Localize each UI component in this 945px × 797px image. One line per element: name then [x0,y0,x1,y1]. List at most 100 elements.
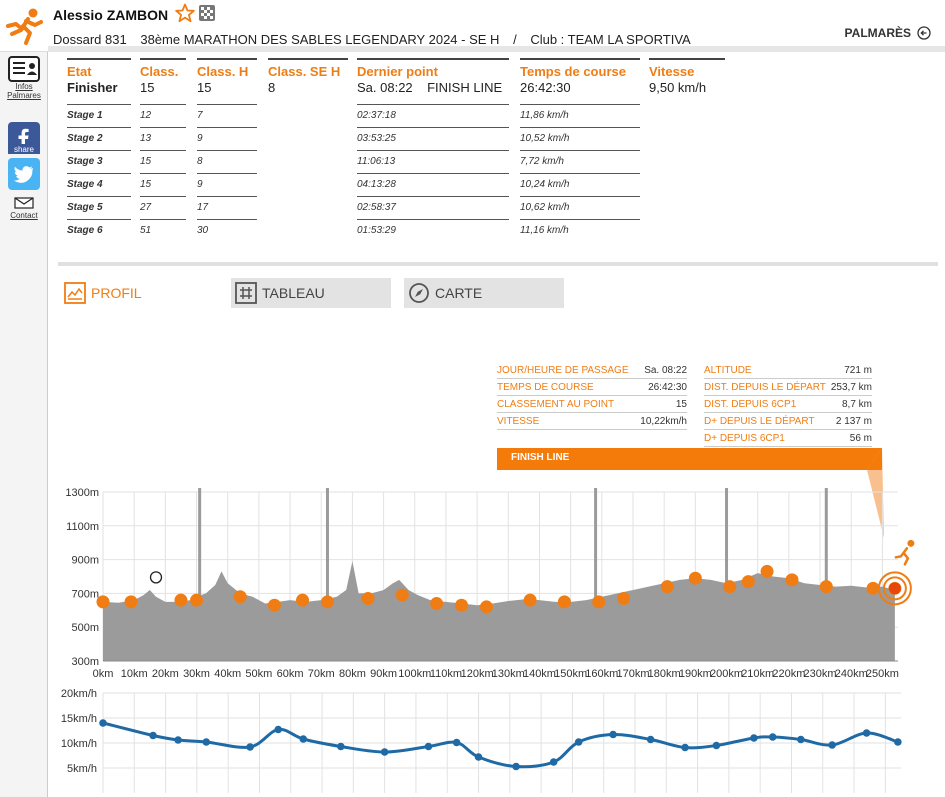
table-cell: 01:53:29 [357,219,509,242]
x-tick-label: 60km [277,668,304,680]
checkpoint-marker [267,598,281,612]
x-tick-label: 70km [308,668,335,680]
info-row: VITESSE 10,22km/h [497,413,687,430]
sidebar-item-infos[interactable]: Infos Palmares [4,56,44,100]
x-tick-label: 180km [648,668,681,680]
checkpoint-marker [479,600,493,614]
checkpoint-marker [96,595,110,609]
speed-point [299,735,308,743]
x-tick-label: 90km [370,668,397,680]
x-tick-label: 230km [804,668,837,680]
y-tick-label: 10km/h [61,738,97,750]
y-tick-label: 300m [71,656,99,668]
info-row: TEMPS DE COURSE 26:42:30 [497,379,687,396]
twitter-share-button[interactable] [4,158,44,190]
y-tick-label: 900m [71,555,99,567]
checkpoint-marker [592,595,606,609]
sidebar-infos-label: Infos [15,82,33,91]
info-row: ALTITUDE 721 m [704,362,872,379]
info-label: ALTITUDE [704,364,752,376]
race-subtitle: Dossard 831 38ème MARATHON DES SABLES LE… [53,32,701,47]
table-cell: 10,62 km/h [520,196,640,219]
facebook-icon: share [8,122,40,154]
x-tick-label: 110km [430,668,462,680]
tab-profil[interactable]: PROFIL [64,278,214,308]
speed-point [174,736,182,744]
column-dernier-point: Dernier point Sa. 08:22 FINISH LINE 02:3… [357,58,509,242]
table-cell: 7 [197,104,257,127]
info-label: D+ DEPUIS 6CP1 [704,432,785,444]
table-cell: 51 [140,219,186,242]
speed-point [99,719,107,727]
stage-label: Stage 1 [67,104,131,127]
info-row: D+ DEPUIS 6CP1 56 m [704,430,872,447]
header-stripe [48,46,945,52]
x-tick-label: 10km [121,668,148,680]
favorite-star-icon[interactable] [175,3,195,23]
compass-icon [409,283,429,303]
x-tick-label: 210km [741,668,774,680]
column-class-se-h: Class. SE H 8 [268,58,348,104]
column-etat: Etat Finisher Stage 1 Stage 2 Stage 3 St… [67,58,131,242]
category-rank-value: 8 [268,80,276,95]
sidebar: Infos Palmares share Contact [0,52,48,797]
checkpoint-marker [741,575,755,589]
y-tick-label: 1100m [66,521,99,533]
y-tick-label: 1300m [65,487,99,499]
speed-point [574,738,583,746]
speed-point [609,730,617,739]
checkpoint-name-bar: FINISH LINE [497,448,882,470]
speed-point [202,738,211,746]
checkpoint-marker [557,595,571,609]
speed-point [549,758,558,766]
athlete-name: Alessio ZAMBON [53,7,169,23]
info-label: JOUR/HEURE DE PASSAGE [497,364,629,376]
speed-point [452,738,461,747]
x-tick-label: 40km [214,668,241,680]
y-tick-label: 20km/h [61,688,97,700]
speed-point [894,738,902,746]
gender-rank-value: 15 [197,80,212,95]
info-row: DIST. DEPUIS 6CP1 8,7 km [704,396,872,413]
runner-body-icon [894,547,910,566]
column-header: Dernier point [357,58,509,80]
tab-tableau-label: TABLEAU [262,285,325,301]
tab-tableau[interactable]: TABLEAU [231,278,391,308]
speed-point [646,735,655,744]
info-value: 8,7 km [841,398,872,410]
table-cell: 02:37:18 [357,104,509,127]
checkpoint-marker [760,564,774,578]
checkpoint-marker [124,595,138,609]
speed-point [474,753,483,761]
checkpoint-marker [723,580,737,594]
speed-point [712,741,721,750]
speed-chart[interactable]: 20km/h 15km/h 10km/h 5km/h [52,685,942,797]
column-header: Class. H [197,58,257,80]
checkpoint-marker [819,580,833,594]
checkpoint-marker [430,597,444,611]
tab-carte[interactable]: CARTE [404,278,564,308]
elevation-area [103,561,895,661]
facebook-share-button[interactable]: share [4,122,44,154]
elevation-profile-chart[interactable]: 1300m 1100m 900m 700m 500m 300m0km 10km 20km 30k… [60,480,940,685]
tab-profil-label: PROFIL [91,285,142,301]
runner-head-icon [907,539,915,547]
info-row: D+ DEPUIS LE DÉPART 2 137 m [704,413,872,430]
speed-value: 9,50 km/h [649,80,707,95]
speed-point [750,734,758,742]
column-header: Etat [67,58,131,80]
column-header: Temps de course [520,58,640,80]
stage-label: Stage 3 [67,150,131,173]
envelope-icon [14,197,34,209]
checkpoint-marker [455,598,469,612]
results-table: Etat Finisher Stage 1 Stage 2 Stage 3 St… [58,58,938,258]
table-cell: 30 [197,219,257,242]
table-cell: 9 [197,127,257,150]
info-label: TEMPS DE COURSE [497,381,594,393]
sidebar-item-contact[interactable]: Contact [4,197,44,220]
facebook-share-label: share [14,145,35,154]
id-card-icon [8,56,40,82]
palmares-button[interactable]: PALMARÈS [845,26,931,40]
sidebar-palmares-label: Palmares [7,91,41,100]
info-value: 26:42:30 [648,381,687,393]
